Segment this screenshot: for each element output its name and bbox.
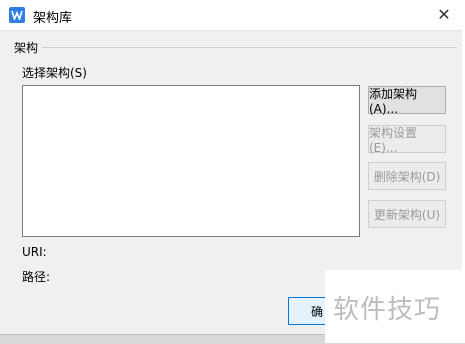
uri-label: URI: xyxy=(22,245,47,259)
schema-list-label: 选择架构(S) xyxy=(22,66,87,80)
path-label: 路径: xyxy=(22,270,51,284)
section-divider xyxy=(42,47,457,48)
window-title: 架构库 xyxy=(33,11,73,26)
schema-settings-button[interactable]: 架构设置(E)... xyxy=(368,125,446,155)
update-schema-button[interactable]: 更新架构(U) xyxy=(368,200,446,228)
schema-listbox[interactable] xyxy=(22,85,360,237)
title-bar: 架构库 ✕ xyxy=(0,0,465,31)
add-schema-button[interactable]: 添加架构(A)... xyxy=(368,86,446,116)
delete-schema-button[interactable]: 删除架构(D) xyxy=(368,162,446,190)
watermark-text: 软件技巧 xyxy=(333,295,442,325)
section-label: 架构 xyxy=(14,41,39,55)
wps-w-icon xyxy=(9,7,25,23)
close-button[interactable]: ✕ xyxy=(433,4,455,26)
